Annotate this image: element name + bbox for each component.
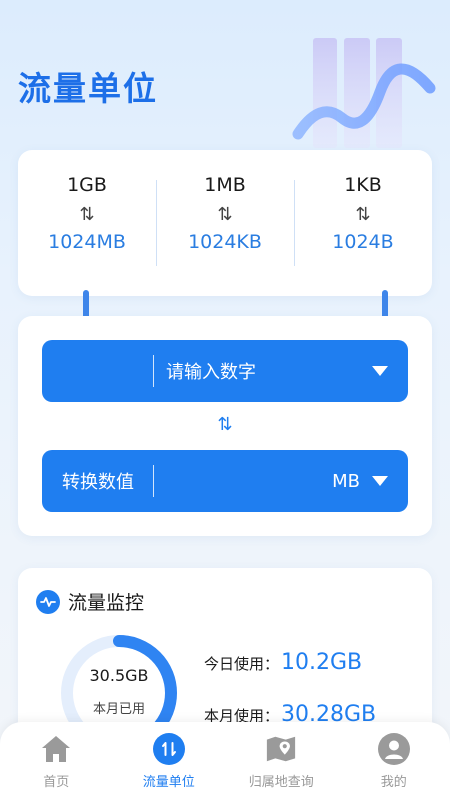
- tab-unit[interactable]: 流量单位: [113, 722, 226, 800]
- ring-label: 本月已用: [92, 702, 145, 717]
- unit-select-value[interactable]: MB: [332, 471, 360, 492]
- conversion-mb-kb: 1MB ⇅ 1024KB: [156, 150, 294, 296]
- field-divider: [153, 465, 154, 497]
- conversion-from: 1MB: [204, 174, 246, 196]
- result-label: 转换数值: [62, 472, 134, 493]
- conversion-to: 1024MB: [48, 231, 126, 253]
- user-icon: [377, 733, 410, 765]
- conversion-to: 1024B: [332, 231, 394, 253]
- conversion-gb-mb: 1GB ⇅ 1024MB: [18, 150, 156, 296]
- tab-location[interactable]: 归属地查询: [225, 722, 338, 800]
- monitor-header: 流量监控: [36, 588, 144, 615]
- conversion-to: 1024KB: [188, 231, 262, 253]
- chart-illustration: [292, 38, 436, 148]
- dropdown-caret-icon[interactable]: [372, 366, 388, 376]
- conversion-from: 1GB: [67, 174, 107, 196]
- map-icon: [265, 733, 297, 765]
- today-usage-label: 今日使用：: [204, 655, 280, 673]
- swap-arrow-icon[interactable]: ⇅: [18, 414, 432, 435]
- bottom-tab-bar: 首页 流量单位 归属地查询 我的: [0, 722, 450, 800]
- dropdown-caret-icon[interactable]: [372, 476, 388, 486]
- page-title: 流量单位: [18, 69, 158, 108]
- swap-arrow-icon: ⇅: [355, 204, 371, 225]
- number-input-placeholder[interactable]: 请输入数字: [166, 358, 256, 384]
- tab-label: 我的: [380, 775, 407, 790]
- conversion-kb-b: 1KB ⇅ 1024B: [294, 150, 432, 296]
- tab-mine[interactable]: 我的: [338, 722, 450, 800]
- tab-home[interactable]: 首页: [0, 722, 113, 800]
- today-usage: 今日使用： 10.2GB: [204, 650, 362, 675]
- tab-label: 归属地查询: [248, 775, 314, 790]
- tab-label: 首页: [43, 775, 70, 790]
- swap-arrow-icon: ⇅: [217, 204, 233, 225]
- swap-icon: [152, 733, 185, 765]
- ring-value: 30.5GB: [89, 666, 149, 685]
- swap-arrow-icon: ⇅: [79, 204, 95, 225]
- today-usage-value: 10.2GB: [281, 650, 363, 675]
- pulse-icon: [36, 589, 60, 614]
- result-field[interactable]: 转换数值 MB: [42, 450, 408, 512]
- converter-card: 请输入数字 ⇅ 转换数值 MB: [18, 316, 432, 536]
- tab-label: 流量单位: [142, 775, 195, 790]
- unit-reference-card: 1GB ⇅ 1024MB 1MB ⇅ 1024KB 1KB ⇅ 1024B: [18, 150, 432, 296]
- number-input-field[interactable]: 请输入数字: [42, 340, 408, 402]
- monitor-title: 流量监控: [68, 592, 145, 614]
- conversion-from: 1KB: [344, 174, 382, 196]
- field-divider: [153, 355, 154, 387]
- home-icon: [40, 733, 72, 765]
